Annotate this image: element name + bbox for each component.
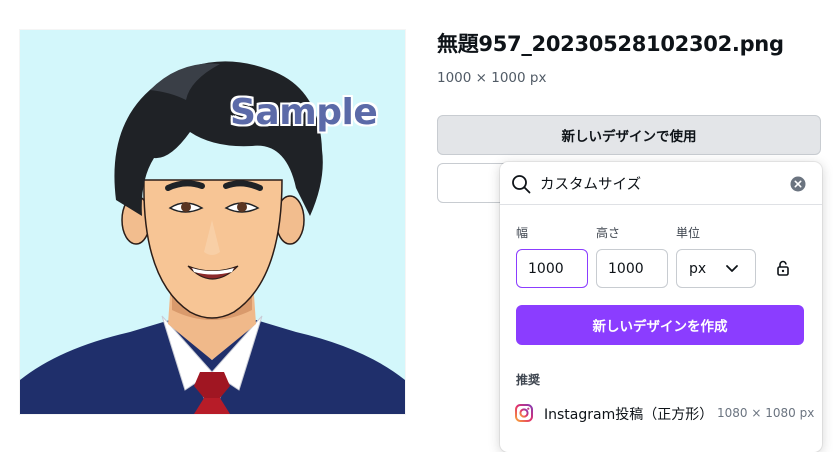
search-input[interactable]	[540, 171, 780, 195]
chevron-down-icon	[726, 265, 738, 272]
instagram-icon	[515, 404, 533, 422]
use-in-new-design-button[interactable]: 新しいデザインで使用	[437, 115, 821, 155]
recommended-label: 推奨	[516, 373, 541, 387]
image-preview: Sample	[20, 30, 405, 414]
unit-label: 単位	[676, 226, 701, 240]
height-label: 高さ	[596, 226, 621, 240]
height-input[interactable]	[596, 249, 668, 288]
search-icon	[512, 175, 531, 194]
width-label: 幅	[516, 226, 529, 240]
suggestion-size: 1080 × 1080 px	[717, 406, 815, 420]
create-new-design-button[interactable]: 新しいデザインを作成	[516, 305, 804, 345]
portrait-illustration	[20, 61, 405, 414]
search-bar	[500, 162, 822, 205]
lock-icon[interactable]	[776, 260, 790, 276]
width-input[interactable]	[516, 249, 588, 288]
unit-select[interactable]: px	[676, 249, 756, 288]
suggestion-name: Instagram投稿（正方形）	[544, 407, 714, 423]
suggestion-item[interactable]: Instagram投稿（正方形） 1080 × 1080 px	[500, 396, 822, 430]
unit-value: px	[689, 261, 707, 277]
clear-icon[interactable]	[790, 176, 806, 192]
file-name: 無題957_20230528102302.png	[437, 32, 784, 56]
watermark-text: Sample	[230, 92, 378, 133]
file-dimensions: 1000 × 1000 px	[437, 70, 547, 86]
